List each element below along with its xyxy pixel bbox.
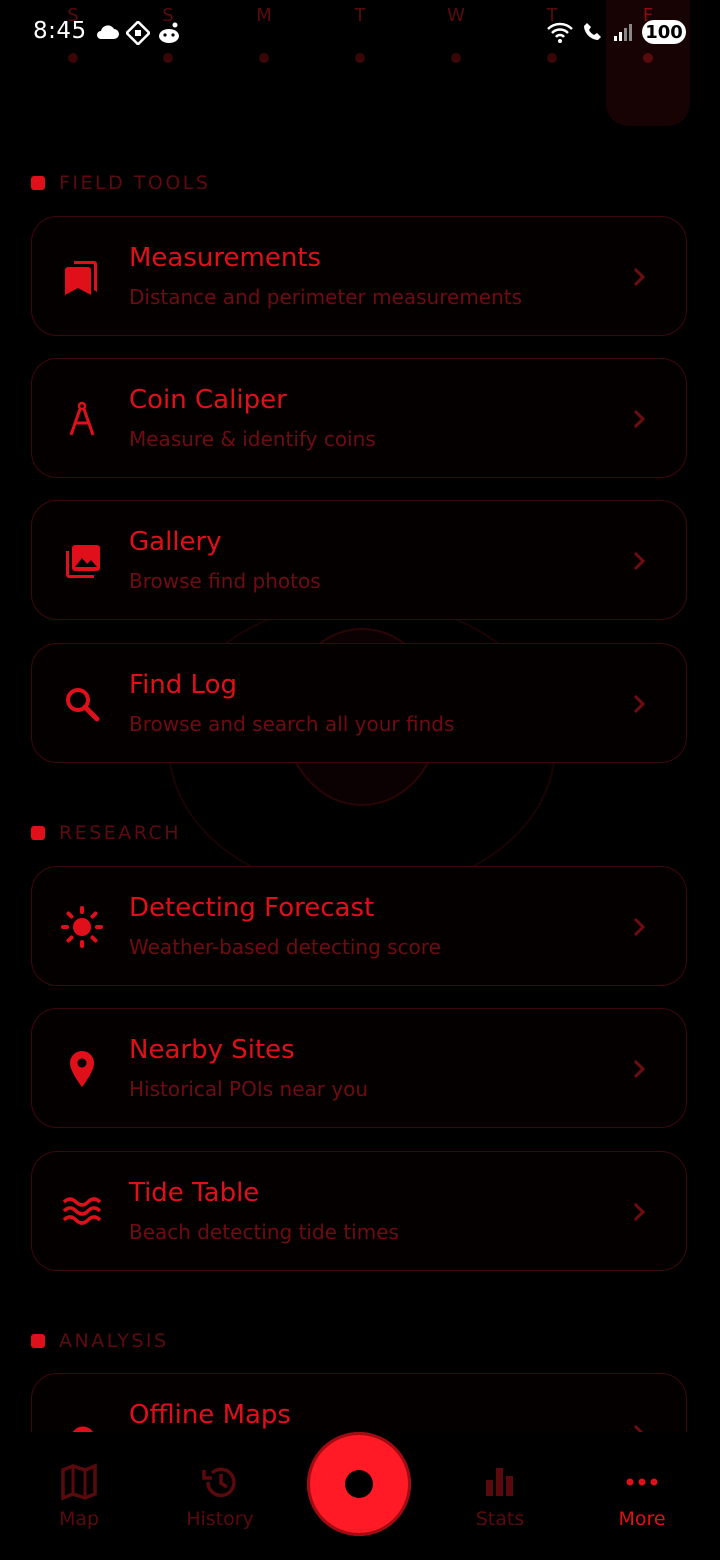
day-dot <box>547 53 557 63</box>
card-title: Nearby Sites <box>129 1035 295 1065</box>
card-title: Coin Caliper <box>129 385 287 415</box>
nav-item-stats[interactable]: Stats <box>440 1462 560 1530</box>
status-time: 8:45 <box>33 18 87 44</box>
weekday-label: W <box>447 5 465 26</box>
more-dots-icon <box>626 1478 658 1486</box>
status-bar: S S M T W T F 8:45 100 <box>0 0 720 126</box>
history-icon <box>202 1467 236 1498</box>
app-notification-icon <box>126 21 150 45</box>
chevron-right-icon <box>633 694 646 714</box>
photo-library-icon <box>66 545 100 578</box>
bar-chart-icon <box>486 1468 513 1496</box>
section-header-analysis: ANALYSIS <box>31 1330 169 1352</box>
card-title: Detecting Forecast <box>129 893 375 923</box>
day-dot <box>163 53 173 63</box>
signal-icon <box>614 24 632 41</box>
day-dot <box>451 53 461 63</box>
nav-label: History <box>186 1508 254 1530</box>
nav-item-map[interactable]: Map <box>19 1462 139 1530</box>
waves-icon <box>62 1197 102 1225</box>
section-label: FIELD TOOLS <box>59 172 211 194</box>
card-subtitle: Browse and search all your finds <box>129 712 455 736</box>
weekday-label: M <box>256 5 272 26</box>
nav-item-history[interactable]: History <box>160 1462 280 1530</box>
record-icon <box>345 1470 373 1498</box>
compass-drawing-icon <box>69 401 95 436</box>
chevron-right-icon <box>633 551 646 571</box>
section-marker <box>31 826 45 840</box>
card-subtitle: Measure & identify coins <box>129 427 376 451</box>
tool-card-coin-caliper[interactable]: Coin Caliper Measure & identify coins <box>31 358 687 478</box>
section-marker <box>31 176 45 190</box>
tool-card-gallery[interactable]: Gallery Browse find photos <box>31 500 687 620</box>
card-subtitle: Distance and perimeter measurements <box>129 285 523 309</box>
chevron-right-icon <box>633 917 646 937</box>
section-marker <box>31 1334 45 1348</box>
day-dot <box>355 53 365 63</box>
nav-label: More <box>618 1508 666 1530</box>
card-title: Offline Maps <box>129 1400 291 1430</box>
card-title: Find Log <box>129 670 237 700</box>
day-dot <box>68 53 78 63</box>
chevron-right-icon <box>633 1059 646 1079</box>
section-header-field-tools: FIELD TOOLS <box>31 172 210 194</box>
card-subtitle: Browse find photos <box>129 569 321 593</box>
bookmarks-icon <box>65 261 97 295</box>
map-icon <box>61 1463 97 1501</box>
card-subtitle: Historical POIs near you <box>129 1077 369 1101</box>
card-title: Measurements <box>129 243 322 273</box>
section-label: ANALYSIS <box>59 1330 169 1352</box>
tool-card-find-log[interactable]: Find Log Browse and search all your find… <box>31 643 687 763</box>
nav-label: Stats <box>475 1508 525 1530</box>
card-title: Tide Table <box>129 1178 260 1208</box>
day-dot-today <box>643 53 653 63</box>
sun-icon <box>61 906 103 948</box>
reddit-icon <box>159 22 179 43</box>
chevron-right-icon <box>633 409 646 429</box>
day-dot <box>259 53 269 63</box>
tool-card-tide-table[interactable]: Tide Table Beach detecting tide times <box>31 1151 687 1271</box>
section-header-research: RESEARCH <box>31 822 181 844</box>
tool-card-detecting-forecast[interactable]: Detecting Forecast Weather-based detecti… <box>31 866 687 986</box>
tool-card-nearby-sites[interactable]: Nearby Sites Historical POIs near you <box>31 1008 687 1128</box>
wifi-icon <box>547 22 573 43</box>
weekday-label: T <box>354 5 366 26</box>
chevron-right-icon <box>633 267 646 287</box>
wifi-call-icon <box>584 23 601 40</box>
location-pin-icon <box>70 1051 94 1087</box>
nav-label: Map <box>58 1508 100 1530</box>
system-icons: 100 <box>546 20 686 44</box>
section-label: RESEARCH <box>59 822 182 844</box>
search-icon <box>66 688 100 722</box>
chevron-right-icon <box>633 1202 646 1222</box>
nav-item-more[interactable]: More <box>582 1462 702 1530</box>
card-subtitle: Weather-based detecting score <box>129 935 441 959</box>
tool-card-measurements[interactable]: Measurements Distance and perimeter meas… <box>31 216 687 336</box>
cloud-icon <box>97 25 119 39</box>
card-subtitle: Beach detecting tide times <box>129 1220 399 1244</box>
card-title: Gallery <box>129 527 222 557</box>
notification-icons <box>94 21 182 45</box>
record-button[interactable] <box>307 1432 411 1536</box>
battery-indicator: 100 <box>642 20 686 44</box>
